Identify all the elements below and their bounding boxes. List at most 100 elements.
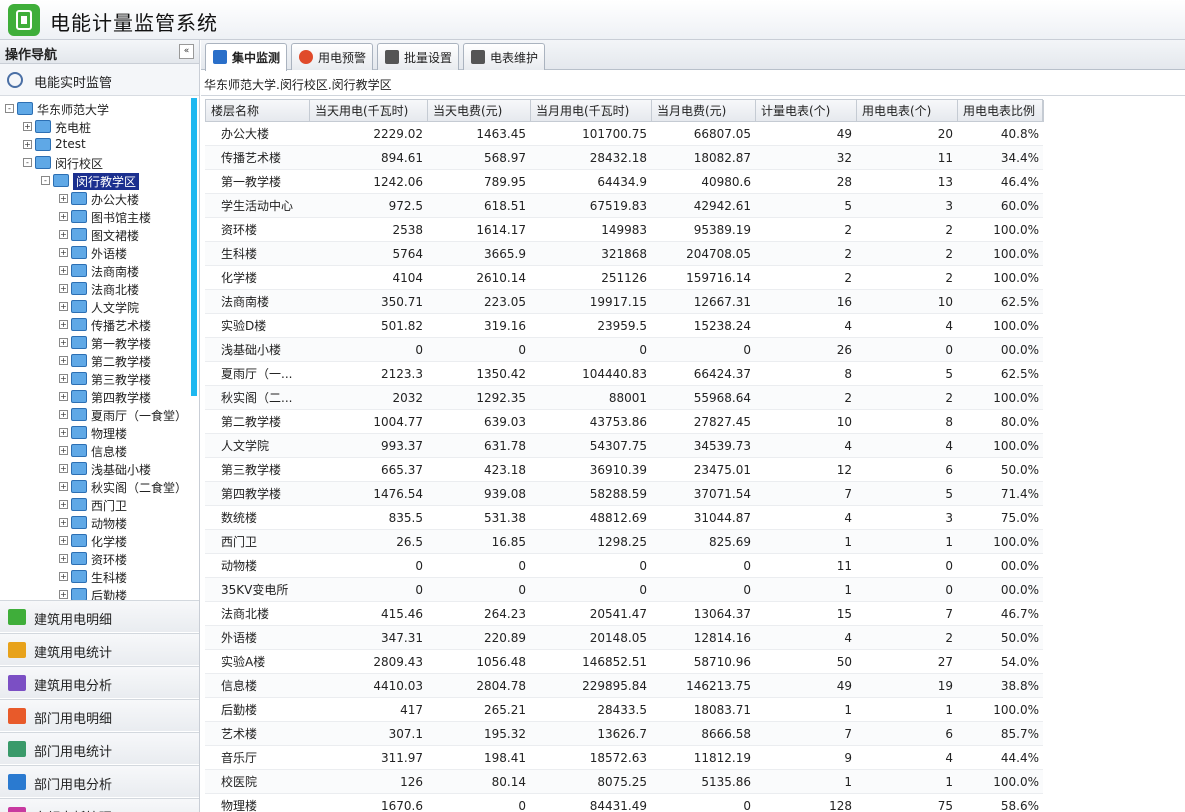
table-row[interactable]: 校医院 126 80.14 8075.25 5135.86 1 1 100.0%: [205, 770, 1043, 794]
expand-icon[interactable]: +: [23, 140, 32, 149]
tree-node-building[interactable]: + 传播艺术楼: [0, 316, 196, 334]
column-header[interactable]: 用电电表比例: [958, 100, 1044, 122]
expand-icon[interactable]: +: [59, 482, 68, 491]
expand-icon[interactable]: +: [59, 590, 68, 599]
table-row[interactable]: 法商南楼 350.71 223.05 19917.15 12667.31 16 10 62.5…: [205, 290, 1043, 314]
expand-icon[interactable]: +: [59, 338, 68, 347]
tree-node-building[interactable]: + 动物楼: [0, 514, 196, 532]
table-row[interactable]: 第三教学楼 665.37 423.18 36910.39 23475.01 12 6 50.0…: [205, 458, 1043, 482]
collapse-icon[interactable]: -: [41, 176, 50, 185]
expand-icon[interactable]: +: [59, 320, 68, 329]
table-row[interactable]: 学生活动中心 972.5 618.51 67519.83 42942.61 5 3 60.0%: [205, 194, 1043, 218]
table-row[interactable]: 浅基础小楼 0 0 0 0 26 0 00.0%: [205, 338, 1043, 362]
tree-node-building[interactable]: + 图书馆主楼: [0, 208, 196, 226]
expand-icon[interactable]: +: [59, 536, 68, 545]
column-header[interactable]: 当天用电(千瓦时): [310, 100, 428, 122]
tree-scrollbar[interactable]: [191, 98, 197, 396]
table-row[interactable]: 实验A楼 2809.43 1056.48 146852.51 58710.96 50 27 5…: [205, 650, 1043, 674]
column-header[interactable]: 用电电表(个): [857, 100, 958, 122]
expand-icon[interactable]: +: [59, 572, 68, 581]
table-row[interactable]: 办公大楼 2229.02 1463.45 101700.75 66807.05 49 20 4…: [205, 122, 1043, 146]
realtime-monitor-item[interactable]: 电能实时监管: [0, 64, 199, 96]
table-row[interactable]: 西门卫 26.5 16.85 1298.25 825.69 1 1 100.0%: [205, 530, 1043, 554]
tree-node-campus[interactable]: + 充电桩: [0, 118, 196, 136]
expand-icon[interactable]: +: [59, 410, 68, 419]
table-row[interactable]: 艺术楼 307.1 195.32 13626.7 8666.58 7 6 85.7%: [205, 722, 1043, 746]
accordion-item[interactable]: 部门用电明细: [0, 699, 199, 731]
tab-central-monitor[interactable]: 集中监测: [205, 43, 287, 71]
table-row[interactable]: 第四教学楼 1476.54 939.08 58288.59 37071.54 7 5 71.4…: [205, 482, 1043, 506]
tree-node-campus[interactable]: +2test: [0, 136, 196, 154]
tree-node-building[interactable]: + 图文裙楼: [0, 226, 196, 244]
tree-node-building[interactable]: + 第四教学楼: [0, 388, 196, 406]
accordion-item[interactable]: 部门用电分析: [0, 765, 199, 797]
table-row[interactable]: 信息楼 4410.03 2804.78 229895.84 146213.75 49 19 3…: [205, 674, 1043, 698]
table-row[interactable]: 实验D楼 501.82 319.16 23959.5 15238.24 4 4 100.0%: [205, 314, 1043, 338]
table-row[interactable]: 第一教学楼 1242.06 789.95 64434.9 40980.6 28 13 46.4…: [205, 170, 1043, 194]
table-row[interactable]: 资环楼 2538 1614.17 149983 95389.19 2 2 100.0%: [205, 218, 1043, 242]
tree-node-building[interactable]: + 第三教学楼: [0, 370, 196, 388]
tree-node-building[interactable]: + 化学楼: [0, 532, 196, 550]
expand-icon[interactable]: +: [59, 212, 68, 221]
table-row[interactable]: 第二教学楼 1004.77 639.03 43753.86 27827.45 10 8 80.…: [205, 410, 1043, 434]
table-row[interactable]: 传播艺术楼 894.61 568.97 28432.18 18082.87 32 11 34.…: [205, 146, 1043, 170]
expand-icon[interactable]: +: [59, 284, 68, 293]
tree-node-building[interactable]: + 法商南楼: [0, 262, 196, 280]
tree-node-building[interactable]: + 办公大楼: [0, 190, 196, 208]
expand-icon[interactable]: +: [59, 230, 68, 239]
tree-node-selected[interactable]: - 闵行教学区: [0, 172, 196, 190]
tree-node-building[interactable]: + 秋实阁（二食堂）: [0, 478, 196, 496]
expand-icon[interactable]: +: [59, 392, 68, 401]
tree-node-building[interactable]: + 信息楼: [0, 442, 196, 460]
table-row[interactable]: 化学楼 4104 2610.14 251126 159716.14 2 2 100.0%: [205, 266, 1043, 290]
accordion-item[interactable]: 建筑用电明细: [0, 600, 199, 632]
accordion-item[interactable]: 部门用电统计: [0, 732, 199, 764]
table-row[interactable]: 外语楼 347.31 220.89 20148.05 12814.16 4 2 50.0%: [205, 626, 1043, 650]
tree-node-building[interactable]: + 人文学院: [0, 298, 196, 316]
tree-node-campus[interactable]: - 闵行校区: [0, 154, 196, 172]
table-row[interactable]: 秋实阁（二... 2032 1292.35 88001 55968.64 2 2 100.0%: [205, 386, 1043, 410]
tree-node-building[interactable]: + 第一教学楼: [0, 334, 196, 352]
expand-icon[interactable]: +: [59, 446, 68, 455]
accordion-item[interactable]: 建筑用电分析: [0, 666, 199, 698]
expand-icon[interactable]: +: [23, 122, 32, 131]
tree-node-building[interactable]: + 浅基础小楼: [0, 460, 196, 478]
table-row[interactable]: 法商北楼 415.46 264.23 20541.47 13064.37 15 7 46.7%: [205, 602, 1043, 626]
expand-icon[interactable]: +: [59, 248, 68, 257]
tree-node-building[interactable]: + 物理楼: [0, 424, 196, 442]
expand-icon[interactable]: +: [59, 500, 68, 509]
expand-icon[interactable]: +: [59, 194, 68, 203]
table-row[interactable]: 生科楼 5764 3665.9 321868 204708.05 2 2 100.0%: [205, 242, 1043, 266]
column-header[interactable]: 当天电费(元): [428, 100, 531, 122]
accordion-item[interactable]: 建筑用电统计: [0, 633, 199, 665]
table-row[interactable]: 音乐厅 311.97 198.41 18572.63 11812.19 9 4 44.4%: [205, 746, 1043, 770]
tree-node-root[interactable]: - 华东师范大学: [0, 100, 196, 118]
expand-icon[interactable]: +: [59, 518, 68, 527]
tree-node-building[interactable]: + 法商北楼: [0, 280, 196, 298]
tab-batch-settings[interactable]: 批量设置: [377, 43, 459, 70]
table-row[interactable]: 数统楼 835.5 531.38 48812.69 31044.87 4 3 75.0%: [205, 506, 1043, 530]
column-header[interactable]: 当月电费(元): [652, 100, 756, 122]
table-row[interactable]: 动物楼 0 0 0 0 11 0 00.0%: [205, 554, 1043, 578]
expand-icon[interactable]: +: [59, 428, 68, 437]
expand-icon[interactable]: +: [59, 302, 68, 311]
tab-usage-warning[interactable]: 用电预警: [291, 43, 373, 70]
expand-icon[interactable]: +: [59, 374, 68, 383]
column-header[interactable]: 计量电表(个): [756, 100, 857, 122]
table-row[interactable]: 35KV变电所 0 0 0 0 1 0 00.0%: [205, 578, 1043, 602]
tree-node-building[interactable]: + 生科楼: [0, 568, 196, 586]
expand-icon[interactable]: +: [59, 266, 68, 275]
tree-node-building[interactable]: + 第二教学楼: [0, 352, 196, 370]
tab-meter-maintenance[interactable]: 电表维护: [463, 43, 545, 70]
collapse-icon[interactable]: -: [23, 158, 32, 167]
column-header[interactable]: 当月用电(千瓦时): [531, 100, 652, 122]
collapse-icon[interactable]: -: [5, 104, 14, 113]
expand-icon[interactable]: +: [59, 356, 68, 365]
tree-node-building[interactable]: + 夏雨厅（一食堂）: [0, 406, 196, 424]
table-row[interactable]: 夏雨厅（一... 2123.3 1350.42 104440.83 66424.37 8 5…: [205, 362, 1043, 386]
table-row[interactable]: 后勤楼 417 265.21 28433.5 18083.71 1 1 100.0%: [205, 698, 1043, 722]
tree-node-building[interactable]: + 资环楼: [0, 550, 196, 568]
table-row[interactable]: 物理楼 1670.6 0 84431.49 0 128 75 58.6%: [205, 794, 1043, 812]
tree-node-building[interactable]: + 外语楼: [0, 244, 196, 262]
table-row[interactable]: 人文学院 993.37 631.78 54307.75 34539.73 4 4 100.0%: [205, 434, 1043, 458]
